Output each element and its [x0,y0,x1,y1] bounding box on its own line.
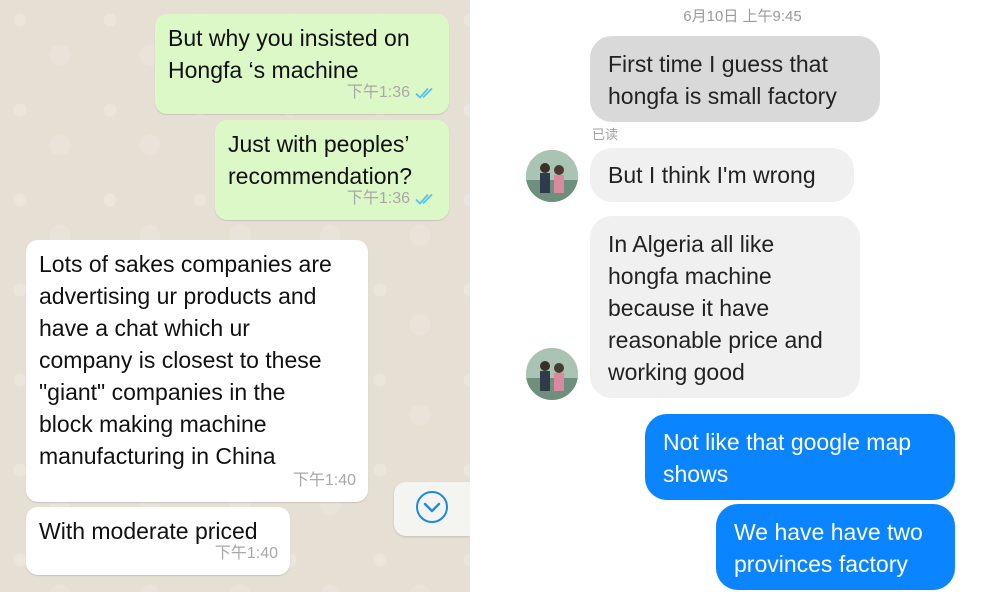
message-meta: 下午1:36 [347,77,437,109]
double-check-icon [415,193,437,205]
message-meta: 下午1:40 [215,538,278,570]
message-bubble[interactable]: With moderate priced 下午1:40 [26,507,290,575]
message-time: 下午1:40 [214,545,278,562]
message-text: Lots of sakes companies are advertising … [39,251,332,469]
message-bubble[interactable]: Not like that google map shows [645,414,955,500]
message-bubble[interactable]: In Algeria all like hongfa machine becau… [590,216,860,398]
message-meta: 下午1:36 [347,183,437,215]
message-bubble[interactable]: We have have two provinces factory [716,504,955,590]
message-bubble[interactable]: But I think I'm wrong [590,148,854,202]
message-time: 下午1:40 [292,472,356,489]
read-receipt: 已读 [592,127,619,142]
message-bubble[interactable]: Lots of sakes companies are advertising … [26,240,368,502]
messenger-chat-panel: 6月10日 上午9:45 First time I guess that hon… [480,0,1005,592]
message-bubble[interactable]: First time I guess that hongfa is small … [590,36,880,122]
message-time: 下午1:36 [346,84,410,101]
chevron-down-circle-icon [415,490,449,529]
message-bubble[interactable]: Just with peoples’ recommendation? 下午1:3… [215,120,449,220]
conversation-timestamp: 6月10日 上午9:45 [683,8,802,25]
message-bubble[interactable]: But why you insisted on Hongfa ‘s machin… [155,14,449,114]
message-time: 下午1:36 [346,190,410,207]
avatar[interactable] [526,348,578,400]
whatsapp-chat-panel: But why you insisted on Hongfa ‘s machin… [0,0,470,592]
message-meta: 下午1:40 [293,465,356,497]
avatar[interactable] [526,150,578,202]
scroll-to-bottom-button[interactable] [394,482,470,536]
double-check-icon [415,87,437,99]
